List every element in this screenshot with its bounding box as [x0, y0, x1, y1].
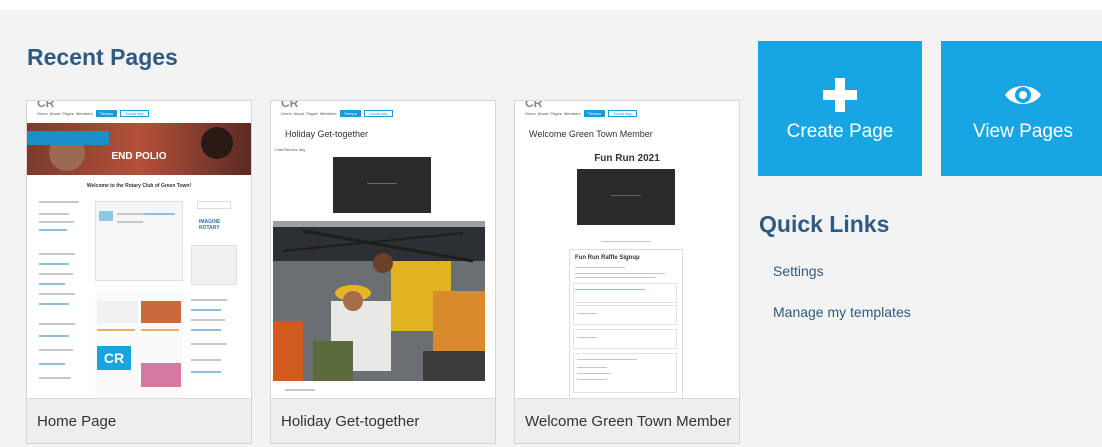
mini-heading: Welcome to the Rotary Club of Green Town…	[86, 183, 192, 189]
site-logo: CR	[281, 101, 299, 110]
hero-image: END POLIO	[27, 123, 251, 175]
video-placeholder	[577, 169, 675, 225]
mini-tile: CR	[97, 346, 131, 370]
mini-form-title: Fun Run Raffle Signup	[575, 255, 640, 261]
site-logo: CR	[525, 101, 543, 110]
mini-nav: Home About Pages Members Tiempo Social d…	[525, 110, 637, 117]
quick-link-settings[interactable]: Settings	[773, 263, 824, 279]
mini-side-heading: IMAGINE ROTARY	[199, 219, 221, 231]
site-logo: CR	[37, 101, 55, 110]
page-thumbnail: CR Home About Pages Members Tiempo Socia…	[27, 101, 251, 399]
eye-icon	[1005, 86, 1041, 104]
create-page-button[interactable]: Create Page	[758, 41, 922, 176]
view-pages-label: View Pages	[973, 121, 1073, 142]
page-card-home[interactable]: CR Home About Pages Members Tiempo Socia…	[26, 100, 252, 444]
mini-nav: Home About Pages Members Tiempo Social d…	[37, 110, 149, 117]
create-page-label: Create Page	[786, 121, 894, 142]
video-placeholder	[333, 157, 431, 213]
plus-icon	[823, 78, 857, 112]
quick-links-title: Quick Links	[759, 211, 890, 237]
top-strip	[0, 0, 1102, 10]
page-card-holiday[interactable]: CR Home About Pages Members Tiempo Socia…	[270, 100, 496, 444]
mini-heading: Welcome Green Town Member	[529, 129, 653, 139]
page-thumbnail: CR Home About Pages Members Tiempo Socia…	[515, 101, 739, 399]
volunteers-photo	[273, 221, 485, 381]
mini-nav: Home About Pages Members Tiempo Social d…	[281, 110, 393, 117]
page-card-title: Holiday Get-together	[281, 413, 420, 430]
page-thumbnail: CR Home About Pages Members Tiempo Socia…	[271, 101, 495, 399]
mini-subtext: Club/Service day	[275, 147, 306, 152]
page-card-title: Home Page	[37, 413, 117, 430]
quick-link-manage-templates[interactable]: Manage my templates	[773, 304, 911, 320]
page-card-title: Welcome Green Town Member	[525, 413, 732, 430]
mini-event-title: Fun Run 2021	[594, 153, 660, 164]
page-card-welcome[interactable]: CR Home About Pages Members Tiempo Socia…	[514, 100, 740, 444]
mini-heading: Holiday Get-together	[285, 129, 369, 139]
recent-pages-title: Recent Pages	[27, 44, 178, 70]
view-pages-button[interactable]: View Pages	[941, 41, 1102, 176]
svg-text:END POLIO: END POLIO	[111, 151, 166, 162]
